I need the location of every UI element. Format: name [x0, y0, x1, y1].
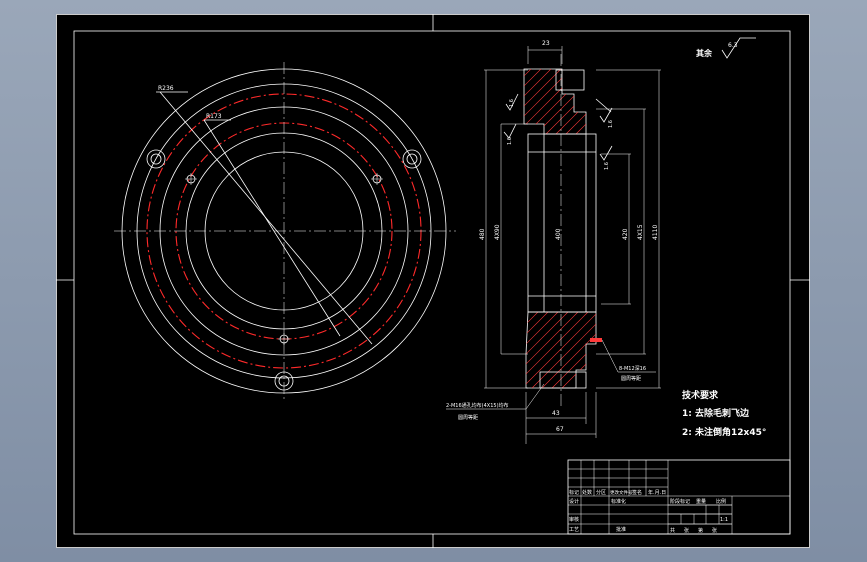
- roughness-3: 1.6: [608, 120, 614, 128]
- tb-sheet: 张: [712, 527, 717, 534]
- dim-420: 420: [622, 228, 629, 240]
- dim-R-outer: R236: [158, 85, 174, 92]
- roughness-2: 1.6: [507, 137, 513, 145]
- notes-item-2: 2: 未注倒角12x45°: [682, 426, 766, 438]
- front-view: R236 R173: [114, 62, 456, 402]
- dim-480: 480: [479, 228, 486, 240]
- drawing-canvas: R236 R173 23 480 4X90 400 420 4X15 4110 …: [56, 14, 810, 548]
- roughness-4: 1.6: [604, 162, 610, 170]
- roughness-marks: 1.6 1.6 1.6 1.6: [503, 93, 614, 170]
- dim-4110: 4110: [652, 225, 659, 240]
- tb-count: 处数: [582, 489, 592, 496]
- tb-sign: 签名: [632, 489, 642, 496]
- callout-hole-right-sub: 圆周等距: [621, 375, 641, 382]
- callout-hole-right: 8-M12深16: [619, 365, 646, 372]
- tb-stage: 阶段标记: [670, 498, 690, 505]
- title-block: 标记 处数 分区 更改文件号 签名 年.月.日 设计 标准化 审核 工艺 批准 …: [567, 459, 791, 535]
- dim-415: 4X15: [637, 224, 644, 240]
- inner-border: [73, 30, 791, 535]
- tb-total: 共: [670, 527, 675, 534]
- tb-sheets: 张: [684, 527, 689, 534]
- roughness-general-label: 其余: [696, 48, 713, 58]
- tb-review: 审核: [569, 516, 579, 523]
- tb-design: 设计: [569, 498, 579, 505]
- dim-43: 43: [552, 410, 560, 417]
- roughness-general-value: 6.3: [728, 42, 738, 49]
- tb-zone: 分区: [596, 489, 606, 496]
- outer-border: [56, 14, 810, 548]
- notes-item-1: 1: 去除毛刺飞边: [682, 407, 750, 419]
- tb-sheet-no: 第: [698, 527, 703, 534]
- bolt-hole-section: [539, 371, 587, 389]
- technical-notes: 技术要求 1: 去除毛刺飞边 2: 未注倒角12x45°: [682, 389, 766, 438]
- callout-leader-right: [601, 339, 619, 373]
- tb-scale: 比例: [716, 498, 726, 505]
- tb-process: 工艺: [569, 527, 579, 533]
- tb-scale-value: 1:1: [720, 517, 728, 523]
- tb-standard: 标准化: [611, 498, 626, 505]
- tb-date: 年.月.日: [648, 489, 666, 496]
- hatch-top: [523, 68, 587, 135]
- dim-R-inner: R173: [206, 113, 222, 120]
- dim-23: 23: [542, 40, 550, 47]
- tb-weight: 重量: [696, 498, 706, 505]
- tb-mark: 标记: [569, 489, 579, 496]
- roughness-1: 1.6: [509, 99, 515, 107]
- cad-viewport[interactable]: R236 R173 23 480 4X90 400 420 4X15 4110 …: [56, 14, 810, 548]
- tb-change-doc: 更改文件号: [610, 489, 633, 496]
- dim-490: 4X90: [494, 224, 501, 240]
- radius-leader-2: [203, 119, 341, 337]
- chamfer-line: [595, 98, 612, 113]
- general-roughness: 其余 6.3: [696, 37, 756, 59]
- callout-hole-left-sub: 圆周等距: [458, 414, 478, 421]
- dim-67: 67: [556, 426, 564, 433]
- tb-approve: 批准: [616, 526, 626, 533]
- section-view: 23 480 4X90 400 420 4X15 4110 43 67 1.6 …: [446, 40, 661, 444]
- dim-400: 400: [555, 228, 562, 240]
- callout-hole-left: 2-M16通孔均布(4X15)均布: [446, 402, 509, 409]
- tap-hole-mark: [590, 338, 602, 342]
- notes-title: 技术要求: [682, 389, 719, 401]
